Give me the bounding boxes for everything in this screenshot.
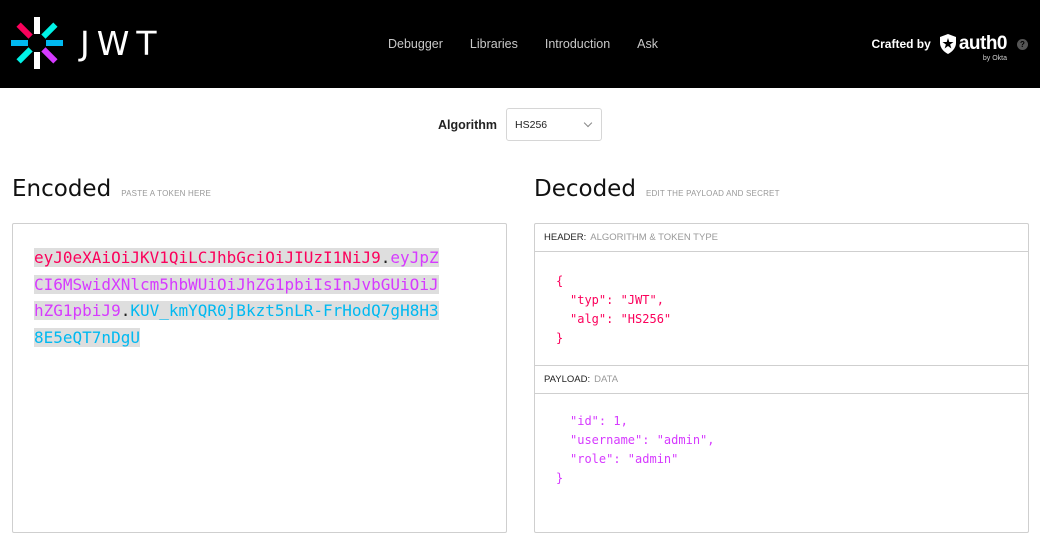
- by-okta-label: by Okta: [982, 55, 1007, 62]
- json-line: "role": "admin": [570, 452, 679, 466]
- encoded-hint: PASTE A TOKEN HERE: [121, 189, 212, 198]
- header-panel-title: HEADER: ALGORITHM & TOKEN TYPE: [535, 224, 1028, 252]
- json-line: {: [556, 274, 564, 288]
- json-line: }: [556, 471, 564, 485]
- token-dot: .: [380, 248, 391, 267]
- encoded-token[interactable]: eyJ0eXAiOiJKV1QiLCJhbGciOiJIUzI1NiJ9.eyJ…: [34, 245, 442, 351]
- json-line: }: [556, 331, 564, 345]
- auth0-shield-icon: [939, 34, 956, 54]
- encoded-token-input[interactable]: eyJ0eXAiOiJKV1QiLCJhbGciOiJIUzI1NiJ9.eyJ…: [12, 223, 507, 533]
- algorithm-row: Algorithm HS256: [438, 108, 603, 141]
- nav-link-ask[interactable]: Ask: [637, 37, 658, 51]
- header-label: HEADER:: [544, 232, 587, 243]
- json-line: "typ": "JWT",: [570, 293, 664, 307]
- payload-panel-title: PAYLOAD: DATA: [535, 366, 1028, 394]
- algorithm-label: Algorithm: [438, 117, 498, 132]
- decoded-panel: HEADER: ALGORITHM & TOKEN TYPE { "typ": …: [534, 223, 1029, 533]
- chevron-down-icon: [583, 118, 593, 128]
- nav-link-debugger[interactable]: Debugger: [388, 37, 443, 51]
- header-sublabel: ALGORITHM & TOKEN TYPE: [590, 232, 718, 243]
- jwt-wordmark: JWT: [80, 23, 164, 63]
- help-icon[interactable]: ?: [1017, 38, 1028, 50]
- navbar: JWT Debugger Libraries Introduction Ask …: [0, 0, 1040, 88]
- token-header-part: eyJ0eXAiOiJKV1QiLCJhbGciOiJIUzI1NiJ9: [34, 248, 381, 267]
- auth0-logo[interactable]: auth0 by Okta: [939, 33, 1008, 62]
- nav-link-introduction[interactable]: Introduction: [545, 37, 610, 51]
- nav-link-libraries[interactable]: Libraries: [470, 37, 518, 51]
- payload-json-editor[interactable]: "id": 1, "username": "admin", "role": "a…: [535, 394, 1028, 488]
- decoded-heading: Decoded EDIT THE PAYLOAD AND SECRET: [534, 176, 780, 202]
- algorithm-select[interactable]: HS256: [506, 108, 603, 141]
- crafted-by: Crafted by auth0 by Okta ?: [871, 33, 1028, 62]
- jwt-logo[interactable]: JWT: [10, 16, 164, 70]
- jwt-star-icon: [11, 17, 63, 69]
- payload-sublabel: DATA: [594, 374, 619, 385]
- decoded-title: Decoded: [534, 176, 636, 202]
- json-line: "username": "admin",: [570, 433, 715, 447]
- json-line: "id": 1,: [570, 414, 628, 428]
- payload-label: PAYLOAD:: [544, 374, 591, 385]
- json-line: "alg": "HS256": [570, 312, 672, 326]
- decoded-hint: EDIT THE PAYLOAD AND SECRET: [645, 189, 780, 198]
- token-dot: .: [120, 301, 131, 320]
- header-json-editor[interactable]: { "typ": "JWT", "alg": "HS256" }: [535, 252, 1028, 366]
- nav-links: Debugger Libraries Introduction Ask: [388, 37, 685, 51]
- crafted-by-label: Crafted by: [871, 37, 931, 51]
- encoded-title: Encoded: [12, 176, 112, 202]
- encoded-heading: Encoded PASTE A TOKEN HERE: [12, 176, 211, 202]
- algorithm-selected-value: HS256: [515, 118, 548, 131]
- auth0-wordmark: auth0: [958, 33, 1008, 54]
